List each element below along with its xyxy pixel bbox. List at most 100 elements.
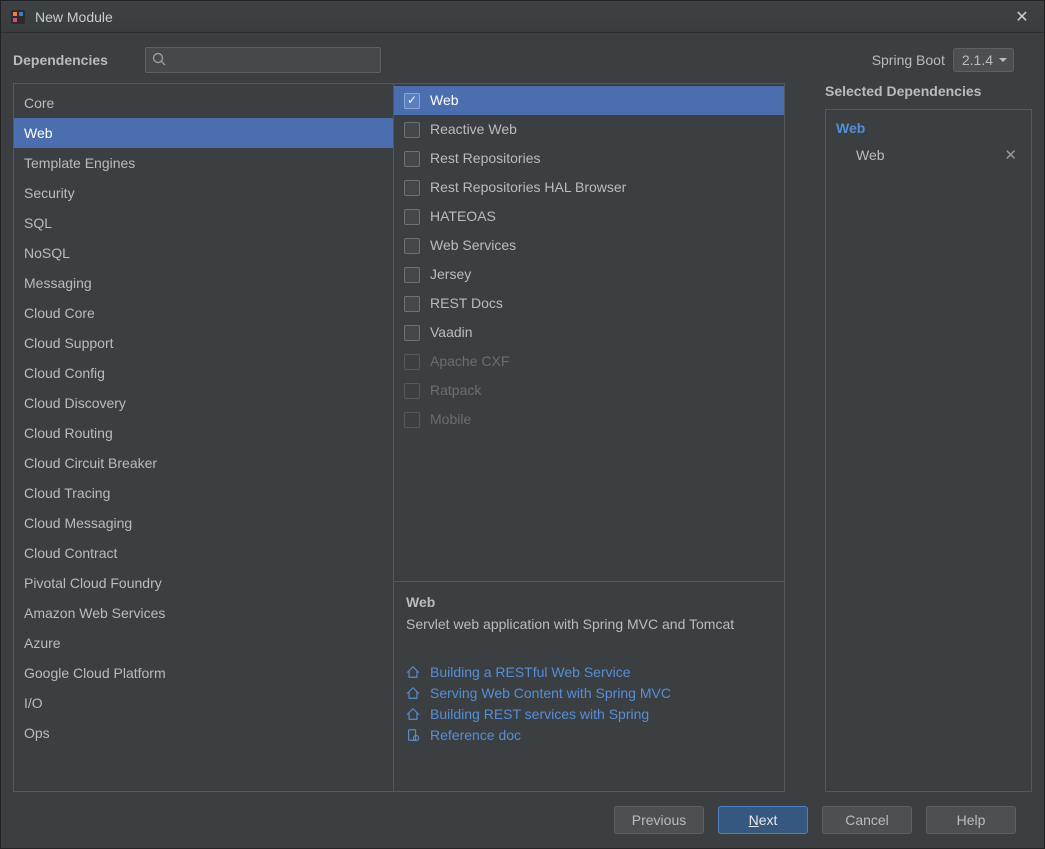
window-title: New Module	[35, 9, 1008, 25]
remove-selected-icon[interactable]: ✕	[1004, 146, 1021, 164]
category-item[interactable]: Ops	[14, 718, 393, 748]
dependency-checkbox	[404, 412, 420, 428]
previous-button[interactable]: Previous	[614, 806, 704, 834]
dependency-item-label: HATEOAS	[430, 206, 496, 227]
category-item[interactable]: Google Cloud Platform	[14, 658, 393, 688]
help-button-label: Help	[957, 812, 986, 828]
doc-link[interactable]: Building REST services with Spring	[430, 706, 649, 722]
dependency-item-label: Mobile	[430, 409, 471, 430]
dependency-list[interactable]: ✓ Web Reactive Web Rest Repositories Rest Re…	[394, 84, 784, 581]
dependency-checkbox[interactable]	[404, 122, 420, 138]
dependency-item[interactable]: ✓ Web	[394, 86, 784, 115]
doc-link-row: Reference doc	[406, 727, 772, 743]
category-item[interactable]: Cloud Messaging	[14, 508, 393, 538]
dependency-item-label: Reactive Web	[430, 119, 517, 140]
category-item[interactable]: Cloud Contract	[14, 538, 393, 568]
dependency-item[interactable]: Jersey	[394, 260, 784, 289]
category-list[interactable]: CoreWebTemplate EnginesSecuritySQLNoSQLM…	[13, 83, 393, 792]
selected-column: Selected Dependencies WebWeb✕	[825, 83, 1032, 792]
dependency-checkbox[interactable]	[404, 180, 420, 196]
spring-boot-label: Spring Boot	[872, 52, 945, 68]
category-item[interactable]: Cloud Routing	[14, 418, 393, 448]
category-item[interactable]: Cloud Config	[14, 358, 393, 388]
description-links: Building a RESTful Web Service Serving We…	[406, 664, 772, 743]
doc-link-row: Building a RESTful Web Service	[406, 664, 772, 680]
app-icon	[9, 8, 27, 26]
next-button-label: Next	[749, 812, 778, 828]
category-item[interactable]: Amazon Web Services	[14, 598, 393, 628]
doc-link[interactable]: Building a RESTful Web Service	[430, 664, 631, 680]
dependency-item[interactable]: Reactive Web	[394, 115, 784, 144]
dependency-item[interactable]: Rest Repositories HAL Browser	[394, 173, 784, 202]
new-module-dialog: New Module ✕ Dependencies Spring Boot 2.…	[0, 0, 1045, 849]
cancel-button-label: Cancel	[845, 812, 889, 828]
search-wrap	[145, 47, 381, 73]
selected-dependencies-box: WebWeb✕	[825, 109, 1032, 792]
dependency-item-label: Ratpack	[430, 380, 481, 401]
category-item[interactable]: Security	[14, 178, 393, 208]
category-item[interactable]: Cloud Discovery	[14, 388, 393, 418]
cancel-button[interactable]: Cancel	[822, 806, 912, 834]
selected-item: Web✕	[836, 142, 1021, 168]
category-item[interactable]: Cloud Tracing	[14, 478, 393, 508]
category-item[interactable]: Cloud Circuit Breaker	[14, 448, 393, 478]
home-icon	[406, 707, 422, 721]
doc-link[interactable]: Reference doc	[430, 727, 521, 743]
selected-dependencies-title: Selected Dependencies	[825, 83, 1032, 109]
dependency-checkbox[interactable]	[404, 296, 420, 312]
dependency-checkbox[interactable]	[404, 238, 420, 254]
dependency-item[interactable]: Rest Repositories	[394, 144, 784, 173]
previous-button-label: Previous	[632, 812, 686, 828]
dependency-item-label: Rest Repositories	[430, 148, 541, 169]
category-item[interactable]: Messaging	[14, 268, 393, 298]
category-item[interactable]: SQL	[14, 208, 393, 238]
dependency-item-label: Apache CXF	[430, 351, 509, 372]
dependency-checkbox	[404, 354, 420, 370]
dependency-item[interactable]: Web Services	[394, 231, 784, 260]
description-text: Servlet web application with Spring MVC …	[406, 614, 772, 634]
category-item[interactable]: Core	[14, 88, 393, 118]
category-item[interactable]: Pivotal Cloud Foundry	[14, 568, 393, 598]
category-item[interactable]: I/O	[14, 688, 393, 718]
dependency-item: Apache CXF	[394, 347, 784, 376]
dependency-item[interactable]: HATEOAS	[394, 202, 784, 231]
close-icon[interactable]: ✕	[1008, 7, 1036, 27]
dialog-content: Dependencies Spring Boot 2.1.4 CoreWebTe…	[1, 33, 1044, 848]
dependency-checkbox	[404, 383, 420, 399]
dependency-checkbox[interactable]	[404, 267, 420, 283]
doc-link-row: Serving Web Content with Spring MVC	[406, 685, 772, 701]
dependency-checkbox[interactable]: ✓	[404, 93, 420, 109]
dependency-checkbox[interactable]	[404, 151, 420, 167]
titlebar: New Module ✕	[1, 1, 1044, 33]
doc-link[interactable]: Serving Web Content with Spring MVC	[430, 685, 671, 701]
description-pane: Web Servlet web application with Spring …	[394, 581, 784, 791]
spring-boot-version-value: 2.1.4	[962, 52, 993, 68]
dependencies-label: Dependencies	[13, 52, 133, 68]
dependency-checkbox[interactable]	[404, 209, 420, 225]
help-button[interactable]: Help	[926, 806, 1016, 834]
dependency-item[interactable]: Vaadin	[394, 318, 784, 347]
category-item[interactable]: Azure	[14, 628, 393, 658]
spring-boot-version-select[interactable]: 2.1.4	[953, 48, 1014, 72]
next-button[interactable]: Next	[718, 806, 808, 834]
dependency-item-label: Jersey	[430, 264, 471, 285]
search-input[interactable]	[145, 47, 381, 73]
spring-boot-row: Spring Boot 2.1.4	[872, 48, 1032, 72]
dependency-checkbox[interactable]	[404, 325, 420, 341]
category-item[interactable]: Web	[14, 118, 393, 148]
dependency-item-label: Vaadin	[430, 322, 473, 343]
dependency-item-label: REST Docs	[430, 293, 503, 314]
category-item[interactable]: Cloud Support	[14, 328, 393, 358]
dependency-item[interactable]: REST Docs	[394, 289, 784, 318]
doc-link-row: Building REST services with Spring	[406, 706, 772, 722]
category-item[interactable]: NoSQL	[14, 238, 393, 268]
category-item[interactable]: Cloud Core	[14, 298, 393, 328]
dialog-footer: Previous Next Cancel Help	[13, 792, 1032, 848]
category-item[interactable]: Template Engines	[14, 148, 393, 178]
home-icon	[406, 686, 422, 700]
dependency-item: Ratpack	[394, 376, 784, 405]
document-icon	[406, 728, 422, 742]
dependency-item-label: Web	[430, 90, 459, 111]
dependency-column: ✓ Web Reactive Web Rest Repositories Rest Re…	[393, 83, 785, 792]
dependency-item-label: Web Services	[430, 235, 516, 256]
